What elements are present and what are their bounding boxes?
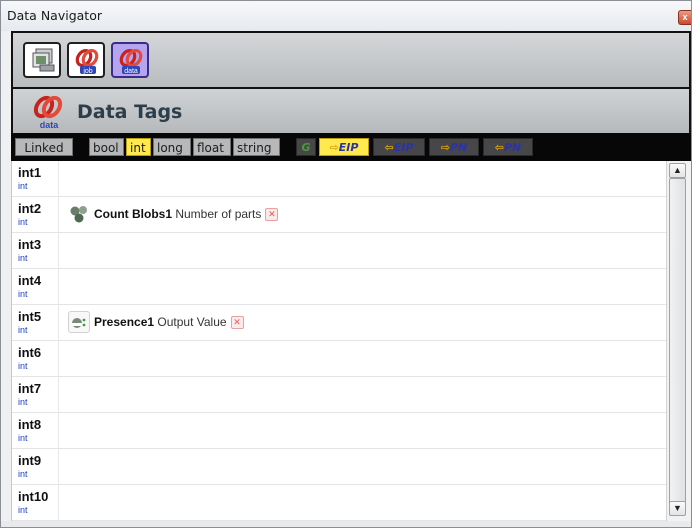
tag-name: int6: [18, 345, 42, 360]
eip-in-label: EIP: [393, 141, 414, 154]
type-filter-long[interactable]: long: [153, 138, 191, 156]
image-stack-icon: [32, 48, 55, 72]
arrow-right-icon: ⇨: [329, 141, 339, 154]
tag-type: int: [18, 289, 28, 299]
tag-name: int10: [18, 489, 49, 504]
tag-list: int1 int int2 int Count Blobs1 Number of…: [11, 161, 691, 521]
scroll-thumb[interactable]: [669, 178, 686, 508]
tag-name: int3: [18, 237, 42, 252]
tag-label-cell: int7 int: [12, 377, 59, 412]
logo-label: data: [40, 120, 60, 129]
global-filter[interactable]: G: [296, 138, 316, 156]
arrow-right-icon: ⇨: [440, 141, 450, 154]
filter-bar: Linked bool int long float string G ⇨EIP…: [11, 133, 691, 161]
data-tags-logo-icon: data: [33, 95, 63, 129]
data-link-label: data: [124, 68, 138, 75]
tag-label-cell: int9 int: [12, 449, 59, 484]
linked-tool-output: Number of parts: [175, 207, 262, 221]
unlink-icon[interactable]: ✕: [230, 316, 244, 330]
tag-row-int1[interactable]: int1 int: [12, 161, 691, 197]
tag-label-cell: int10 int: [12, 485, 59, 520]
tag-name: int8: [18, 417, 42, 432]
eip-out-filter[interactable]: ⇨EIP: [319, 138, 369, 156]
toolbar: job data: [11, 31, 691, 89]
data-navigator-window: Data Navigator x job data data Data Tags…: [0, 0, 692, 528]
type-filter-string[interactable]: string: [233, 138, 280, 156]
tag-label-cell: int3 int: [12, 233, 59, 268]
tag-type: int: [18, 253, 28, 263]
close-icon: x: [682, 12, 688, 22]
tag-type: int: [18, 217, 28, 227]
presence-tool-icon: [68, 311, 90, 333]
data-link-button[interactable]: data: [111, 42, 149, 78]
tag-row-int8[interactable]: int8 int: [12, 413, 691, 449]
close-button[interactable]: x: [678, 10, 691, 25]
tag-name: int7: [18, 381, 42, 396]
title-bar: Data Navigator x: [1, 1, 691, 31]
tag-row-int4[interactable]: int4 int: [12, 269, 691, 305]
data-link-icon: data: [119, 48, 143, 75]
tag-name: int4: [18, 273, 42, 288]
tag-type: int: [18, 397, 28, 407]
tag-label-cell: int8 int: [12, 413, 59, 448]
job-link-button[interactable]: job: [67, 42, 105, 78]
tag-name: int9: [18, 453, 42, 468]
tag-type: int: [18, 325, 28, 335]
blob-tool-icon: [68, 203, 90, 225]
linked-filter[interactable]: Linked: [15, 138, 73, 156]
type-filter-int[interactable]: int: [126, 138, 151, 156]
pn-out-label: PN: [449, 141, 468, 154]
tag-name: int5: [18, 309, 42, 324]
tag-row-int6[interactable]: int6 int: [12, 341, 691, 377]
tag-row-int9[interactable]: int9 int: [12, 449, 691, 485]
tag-type: int: [18, 433, 28, 443]
tag-label-cell: int4 int: [12, 269, 59, 304]
linked-tool-name: Presence1: [94, 315, 155, 329]
tag-name: int2: [18, 201, 42, 216]
vertical-scrollbar[interactable]: ▲ ▼: [666, 161, 691, 521]
tag-name: int1: [18, 165, 42, 180]
page-title: Data Tags: [77, 101, 183, 123]
arrow-left-icon: ⇦: [384, 141, 394, 154]
tag-label-cell: int6 int: [12, 341, 59, 376]
type-filter-float[interactable]: float: [193, 138, 231, 156]
tag-row-int5[interactable]: int5 int Presence1 Output Value ✕: [12, 305, 691, 341]
tag-row-int2[interactable]: int2 int Count Blobs1 Number of parts ✕: [12, 197, 691, 233]
linked-tool-name: Count Blobs1: [94, 207, 172, 221]
tag-type: int: [18, 361, 28, 371]
eip-in-filter[interactable]: ⇦EIP: [373, 138, 425, 156]
scroll-up-icon[interactable]: ▲: [669, 163, 686, 178]
unlink-icon[interactable]: ✕: [265, 208, 279, 222]
tag-label-cell: int5 int: [12, 305, 59, 340]
job-link-icon: job: [75, 48, 99, 75]
image-stack-button[interactable]: [23, 42, 61, 78]
pn-in-label: PN: [503, 141, 522, 154]
eip-out-label: EIP: [338, 141, 359, 154]
job-link-label: job: [82, 68, 92, 75]
window-title: Data Navigator: [7, 8, 102, 23]
tag-row-int7[interactable]: int7 int: [12, 377, 691, 413]
window-bottom-edge: [1, 521, 691, 527]
tag-type: int: [18, 505, 28, 515]
tag-row-int3[interactable]: int3 int: [12, 233, 691, 269]
linked-tool-output: Output Value: [157, 315, 227, 329]
tag-label-cell: int2 int: [12, 197, 59, 232]
scroll-down-icon[interactable]: ▼: [669, 501, 686, 516]
pn-out-filter[interactable]: ⇨PN: [429, 138, 479, 156]
tag-type: int: [18, 469, 28, 479]
tag-label-cell: int1 int: [12, 161, 59, 196]
type-filter-bool[interactable]: bool: [89, 138, 124, 156]
tag-row-int10[interactable]: int10 int: [12, 485, 691, 521]
pn-in-filter[interactable]: ⇦PN: [483, 138, 533, 156]
arrow-left-icon: ⇦: [494, 141, 504, 154]
data-tags-header: data Data Tags: [11, 89, 691, 133]
tag-type: int: [18, 181, 28, 191]
